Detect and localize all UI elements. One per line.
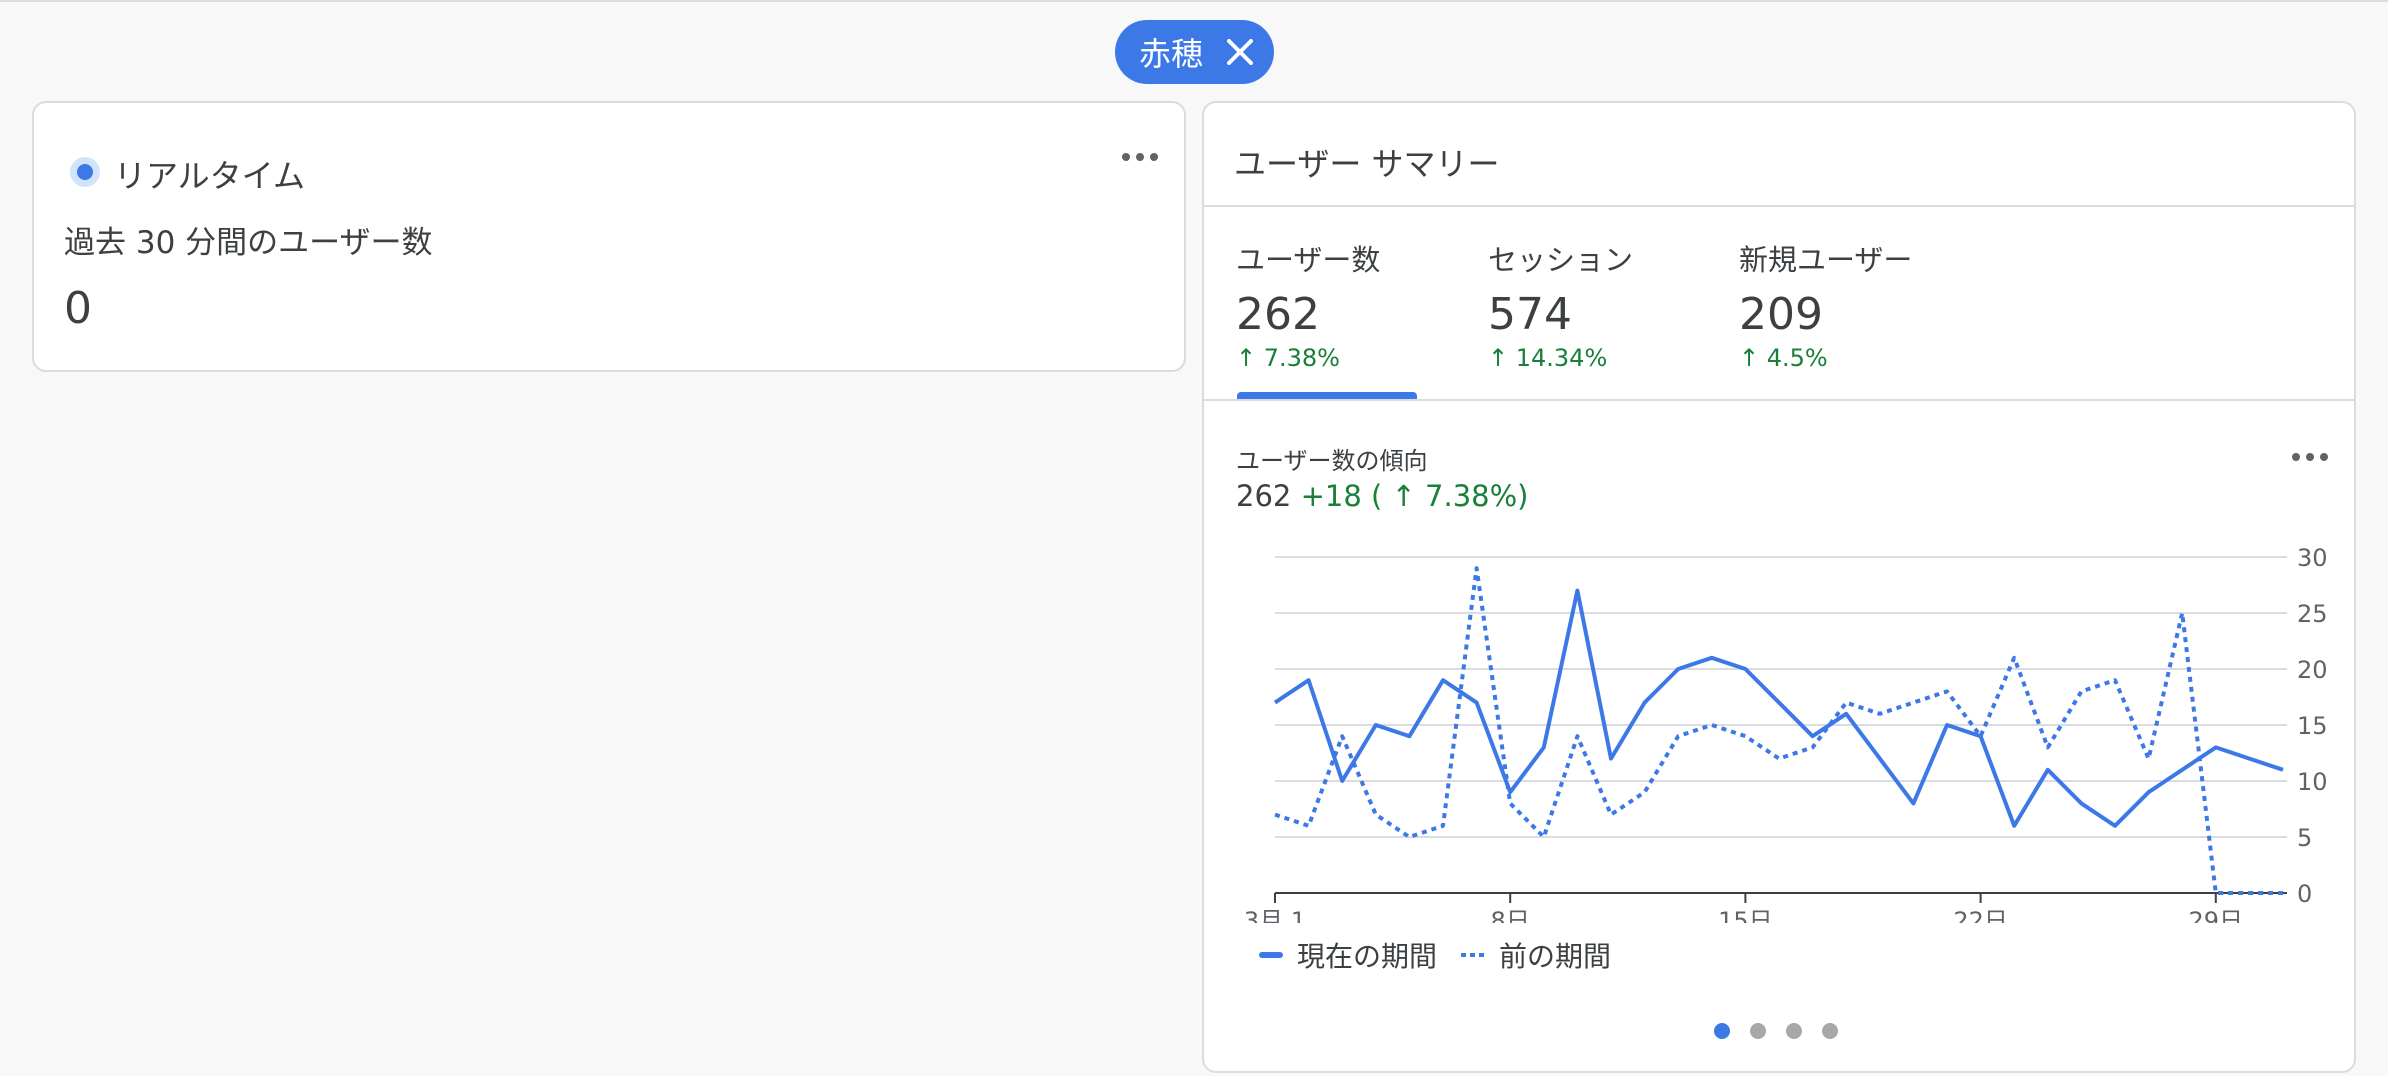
legend-item-previous[interactable]: 前の期間 bbox=[1461, 935, 1611, 975]
y-tick-label: 10 bbox=[2297, 768, 2328, 796]
x-tick-label: 29日 bbox=[2189, 907, 2244, 923]
realtime-title: リアルタイム bbox=[114, 157, 306, 195]
legend-item-current[interactable]: 現在の期間 bbox=[1259, 935, 1437, 975]
realtime-value: 0 bbox=[64, 283, 92, 334]
pager-dot[interactable] bbox=[1786, 1023, 1802, 1039]
y-tick-label: 25 bbox=[2297, 600, 2328, 628]
user-summary-card: ユーザー サマリー ユーザー数 262 ↑ 7.38% セッション 574 ↑ … bbox=[1202, 101, 2356, 1073]
pager-dot[interactable] bbox=[1714, 1023, 1730, 1039]
y-tick-label: 5 bbox=[2297, 824, 2312, 852]
legend-swatch-solid bbox=[1259, 952, 1283, 958]
x-tick-label: 8日 bbox=[1491, 907, 1530, 923]
y-tick-label: 20 bbox=[2297, 656, 2328, 684]
realtime-subtitle: 過去 30 分間のユーザー数 bbox=[64, 225, 433, 261]
y-tick-label: 0 bbox=[2297, 880, 2312, 908]
series-previous-line bbox=[1274, 566, 2283, 895]
y-tick-label: 15 bbox=[2297, 712, 2328, 740]
series-current-line bbox=[1273, 588, 2284, 828]
chart-legend: 現在の期間 前の期間 bbox=[1259, 935, 1635, 975]
x-tick-label: 15日 bbox=[1718, 907, 1773, 923]
x-tick-label: 3月 1 bbox=[1244, 907, 1306, 923]
pagination-dots bbox=[1714, 1023, 1858, 1039]
y-tick-label: 30 bbox=[2297, 544, 2328, 572]
pager-dot[interactable] bbox=[1750, 1023, 1766, 1039]
pager-dot[interactable] bbox=[1822, 1023, 1838, 1039]
close-icon[interactable] bbox=[1222, 34, 1258, 70]
legend-swatch-dotted bbox=[1461, 953, 1486, 957]
filter-chip[interactable]: 赤穂 bbox=[1115, 20, 1274, 84]
legend-label: 現在の期間 bbox=[1297, 940, 1438, 973]
legend-label: 前の期間 bbox=[1499, 940, 1612, 973]
realtime-card: リアルタイム 過去 30 分間のユーザー数 0 bbox=[32, 101, 1186, 372]
live-dot-icon bbox=[70, 157, 100, 187]
filter-chip-label: 赤穂 bbox=[1139, 35, 1204, 73]
x-tick-label: 22日 bbox=[1953, 907, 2008, 923]
users-trend-chart: 0 5 10 15 20 25 30 3月 1 8日 15日 22日 29日 bbox=[1244, 544, 2328, 923]
more-horiz-icon[interactable] bbox=[1120, 147, 1160, 167]
